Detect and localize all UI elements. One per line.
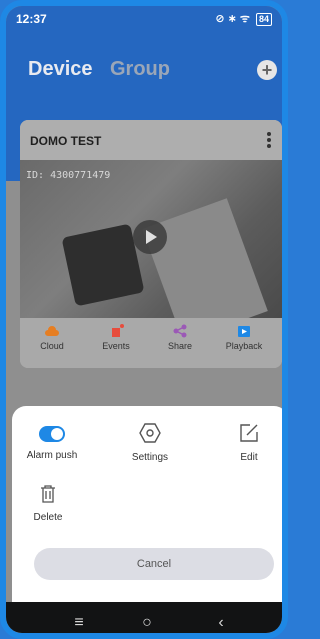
delete-option[interactable]: Delete <box>26 484 70 523</box>
siren-icon <box>112 324 124 337</box>
cloud-button[interactable]: Cloud <box>22 324 82 351</box>
trash-icon <box>41 485 55 503</box>
share-label: Share <box>167 341 193 351</box>
tab-device[interactable]: Device <box>28 58 93 81</box>
settings-label: Settings <box>131 452 169 463</box>
cloud-label: Cloud <box>40 341 64 351</box>
device-card[interactable]: DOMO TEST ID: 4300771479 Cloud Events Sh… <box>20 120 282 368</box>
share-button[interactable]: Share <box>150 324 210 351</box>
playback-icon <box>238 326 250 337</box>
share-icon <box>173 324 187 338</box>
cloud-icon <box>45 326 59 336</box>
settings-icon <box>139 423 161 443</box>
status-time: 12:37 <box>16 12 47 26</box>
more-options-icon[interactable] <box>266 130 272 150</box>
device-name: DOMO TEST <box>30 134 102 148</box>
status-bar: 12:37 ⊘ ∗ ᯤ 84 <box>6 6 282 32</box>
delete-label: Delete <box>33 512 63 523</box>
add-device-button[interactable]: + <box>257 60 277 80</box>
home-icon[interactable]: ○ <box>132 614 162 632</box>
events-label: Events <box>102 341 130 351</box>
play-icon[interactable] <box>133 220 167 254</box>
menu-icon[interactable]: ≡ <box>64 614 94 632</box>
video-preview[interactable]: ID: 4300771479 <box>20 160 282 342</box>
dim-overlay[interactable] <box>6 368 282 408</box>
alarm-push-option[interactable]: Alarm push <box>22 426 82 461</box>
settings-option[interactable]: Settings <box>120 422 180 463</box>
alarm-push-label: Alarm push <box>26 450 78 461</box>
edit-option[interactable]: Edit <box>224 422 274 463</box>
cancel-button[interactable]: Cancel <box>34 548 274 580</box>
battery-icon: 84 <box>255 13 272 26</box>
playback-label: Playback <box>225 341 263 351</box>
events-button[interactable]: Events <box>86 324 146 351</box>
options-sheet: Alarm push Settings Edit Delete Cancel <box>12 406 282 602</box>
back-icon[interactable]: ‹ <box>206 614 236 632</box>
system-nav-bar: ≡ ○ ‹ <box>6 602 282 633</box>
status-icons: ⊘ ∗ ᯤ 84 <box>215 11 272 26</box>
edit-icon <box>240 424 258 442</box>
status-glyphs: ⊘ ∗ ᯤ <box>215 13 250 25</box>
alarm-push-toggle[interactable] <box>39 426 65 442</box>
device-card-header: DOMO TEST <box>20 120 282 160</box>
playback-button[interactable]: Playback <box>214 324 274 351</box>
phone-frame: 12:37 ⊘ ∗ ᯤ 84 Device Group + DOMO TEST … <box>0 0 288 639</box>
tab-group[interactable]: Group <box>110 58 170 81</box>
device-actions: Cloud Events Share Playback <box>20 318 282 368</box>
edit-label: Edit <box>240 452 258 463</box>
osd-device-id: ID: 4300771479 <box>26 170 111 181</box>
